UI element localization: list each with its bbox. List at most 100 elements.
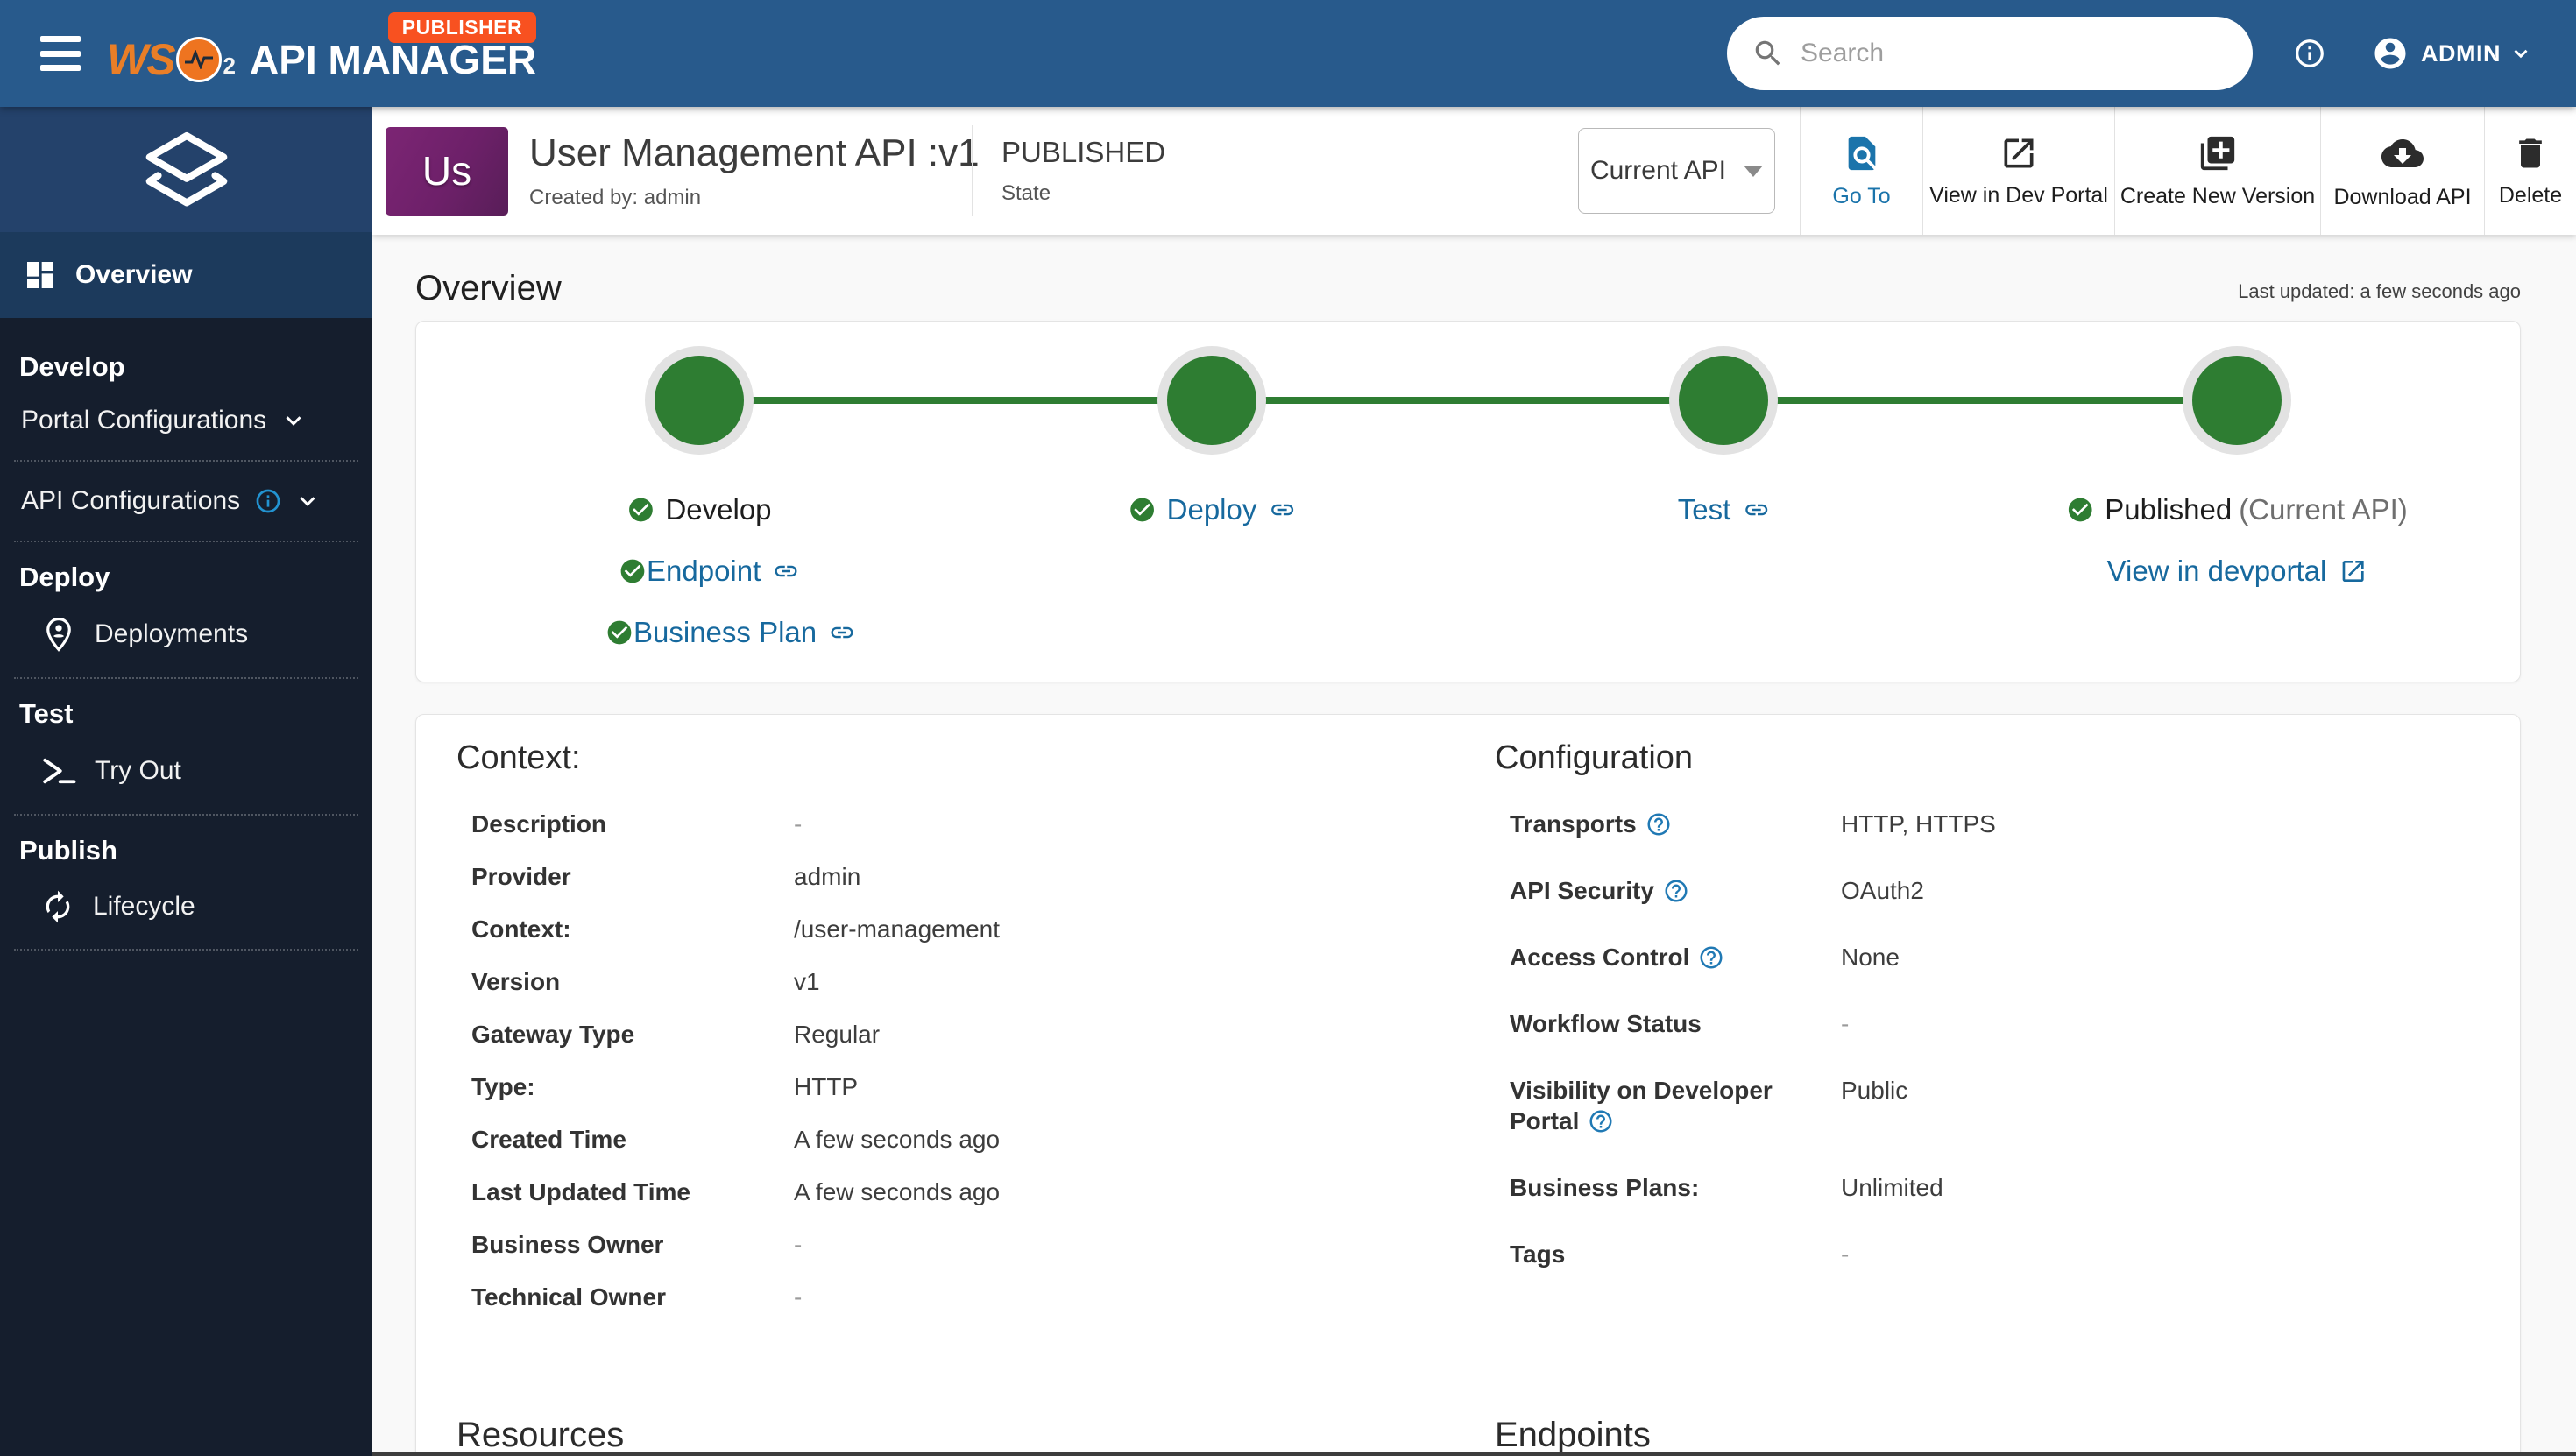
context-heading: Context: [456, 739, 581, 776]
endpoint-link[interactable]: Endpoint [647, 555, 761, 588]
api-avatar: Us [386, 126, 508, 216]
caret-down-icon [1744, 165, 1764, 177]
help-icon[interactable] [1698, 944, 1724, 971]
context-row: Context:/user-management [471, 915, 1001, 943]
sidebar-section-publish: Publish [19, 835, 117, 866]
help-icon[interactable] [1663, 878, 1689, 904]
stepper-node-test [1669, 346, 1778, 455]
view-in-devportal-link[interactable]: View in devportal [2107, 555, 2367, 588]
dashboard-icon [27, 262, 53, 288]
deploy-link[interactable]: Deploy [1167, 493, 1257, 527]
divider [14, 949, 358, 951]
search-bar[interactable] [1727, 17, 2253, 90]
link-icon [1743, 497, 1769, 523]
page-title: Overview [415, 269, 562, 307]
delete-button[interactable]: Delete [2484, 107, 2576, 235]
sidebar: Overview Develop Portal Configurations A… [0, 107, 372, 1456]
chevron-down-icon [2509, 42, 2532, 65]
context-row: Version v1 [471, 968, 820, 995]
main-content: Overview Last updated: a few seconds ago… [372, 235, 2576, 1456]
stage-deploy[interactable]: Deploy [1129, 493, 1296, 527]
stage-test[interactable]: Test [1678, 493, 1770, 527]
stepper-node-develop [645, 346, 754, 455]
check-circle-icon [629, 498, 653, 522]
sidebar-item-lifecycle[interactable]: Lifecycle [0, 872, 372, 942]
context-row: Last Updated Time A few seconds ago [471, 1178, 1001, 1205]
create-new-version-button[interactable]: Create New Version [2114, 107, 2320, 235]
last-updated-text: Last updated: a few seconds ago [2238, 280, 2521, 302]
context-section: Context: Description - Provider admin Cont… [456, 739, 1420, 1334]
user-menu[interactable]: ADMIN [2372, 35, 2532, 72]
stage-published: Published (Current API) [2066, 493, 2408, 527]
sidebar-item-try-out[interactable]: Try Out [0, 735, 372, 807]
chevron-down-icon [286, 416, 301, 426]
check-circle-icon [620, 559, 645, 583]
brand-logo: PUBLISHER WS 2 API MANAGER [107, 0, 537, 107]
config-row: API Security OAuth2 [1510, 877, 1924, 904]
help-icon[interactable] [1645, 811, 1672, 838]
context-row: Gateway Type Regular [471, 1021, 881, 1048]
business-plan-link[interactable]: Business Plan [633, 616, 817, 649]
download-api-button[interactable]: Download API [2320, 107, 2484, 235]
api-state-value: PUBLISHED [1001, 136, 1166, 168]
divider [14, 460, 358, 462]
view-in-dev-portal-button[interactable]: View in Dev Portal [1922, 107, 2114, 235]
configuration-heading: Configuration [1495, 739, 1694, 776]
help-icon[interactable] [1588, 1108, 1614, 1134]
context-row: Description - [471, 810, 803, 838]
trash-icon [2519, 138, 2542, 167]
check-circle-icon [2068, 498, 2092, 522]
divider [972, 125, 973, 216]
wso2-logo-sub: 2 [223, 53, 237, 79]
divider [14, 541, 358, 542]
sidebar-section-test: Test [19, 698, 74, 729]
publisher-badge: PUBLISHER [387, 12, 537, 43]
business-plan-link-row[interactable]: Business Plan [605, 616, 855, 649]
sidebar-section-develop: Develop [19, 351, 125, 382]
sidebar-item-portal-configurations[interactable]: Portal Configurations [0, 388, 372, 453]
api-state-label: State [1001, 181, 1051, 205]
go-to-button[interactable]: Go To [1800, 107, 1922, 235]
endpoints-heading: Endpoints [1495, 1416, 1651, 1454]
bottom-cut-band [372, 1452, 2576, 1456]
menu-icon[interactable] [40, 36, 81, 71]
config-row: Business Plans: Unlimited [1510, 1174, 1943, 1201]
stage-develop: Develop [626, 493, 772, 527]
config-row: Tags - [1510, 1240, 1850, 1268]
api-title: User Management API :v1 [529, 131, 980, 174]
sidebar-item-api-configurations[interactable]: API Configurations [0, 469, 372, 534]
terminal-icon [43, 758, 76, 784]
version-selector[interactable]: Current API [1578, 128, 1775, 214]
config-row: Access Control None [1510, 944, 1900, 971]
test-link[interactable]: Test [1678, 493, 1731, 527]
config-row: Transports HTTP, HTTPS [1510, 810, 1996, 838]
divider [14, 677, 358, 679]
context-row: Type: HTTP [471, 1073, 859, 1100]
config-row: Workflow Status - [1510, 1010, 1850, 1037]
search-icon [1752, 37, 1785, 70]
find-in-page-icon [1848, 136, 1875, 170]
context-row: Provider admin [471, 863, 861, 890]
sidebar-section-deploy: Deploy [19, 562, 110, 592]
library-add-icon [2200, 136, 2235, 170]
info-icon[interactable] [2293, 37, 2326, 70]
stepper-node-published [2183, 346, 2291, 455]
check-circle-icon [1130, 498, 1154, 522]
resources-heading: Resources [456, 1416, 625, 1454]
config-row: Visibility on Developer Portal Public [1510, 1077, 1908, 1134]
endpoint-link-row[interactable]: Endpoint [619, 555, 799, 588]
username-label: ADMIN [2421, 39, 2501, 67]
chevron-down-icon [300, 497, 315, 506]
stepper-track [699, 397, 2237, 404]
avatar-icon [2372, 35, 2409, 72]
link-icon [829, 619, 855, 646]
product-name: API MANAGER [250, 37, 537, 82]
cloud-download-icon [2381, 138, 2424, 167]
sidebar-item-deployments[interactable]: Deployments [0, 598, 372, 670]
link-icon [1269, 497, 1295, 523]
api-info-bar: Us User Management API :v1 Created by: a… [372, 107, 2576, 235]
search-input[interactable] [1801, 39, 2204, 68]
context-row: Business Owner - [471, 1231, 803, 1258]
sidebar-item-overview[interactable]: Overview [0, 232, 372, 318]
location-pin-icon [46, 617, 71, 652]
